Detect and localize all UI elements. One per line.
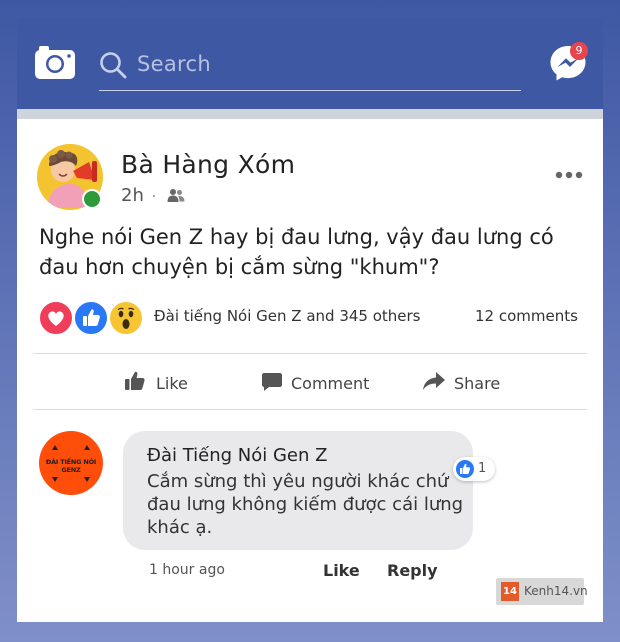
share-arrow-icon [423, 372, 445, 390]
wow-reaction-icon[interactable] [109, 301, 143, 335]
search-underline [99, 90, 521, 91]
heart-icon [48, 311, 64, 326]
thumbs-up-icon [460, 463, 471, 474]
comment-button[interactable]: Comment [261, 370, 381, 396]
like-reaction-icon [456, 460, 474, 478]
notification-badge: 9 [570, 42, 588, 60]
like-button[interactable]: Like [124, 370, 214, 396]
post-body: Nghe nói Gen Z hay bị đau lưng, vậy đau … [39, 225, 554, 279]
comment-timestamp: 1 hour ago [149, 562, 225, 578]
logo-triangle [84, 445, 90, 450]
comment-reply-button[interactable]: Reply [387, 561, 438, 580]
meta-separator: · [151, 189, 157, 205]
comment-like-count[interactable]: 1 [453, 457, 495, 481]
friends-icon [167, 189, 185, 202]
thumbs-up-icon [125, 371, 145, 390]
share-label: Share [454, 374, 501, 393]
watermark: 14 Kenh14.vn [496, 578, 588, 605]
thumbs-up-icon [83, 309, 100, 326]
camera-icon[interactable] [33, 43, 77, 81]
header-separator [17, 109, 603, 119]
post-card: Search 9 Bà Hàng Xóm 2h · Nghe nói Gen Z… [17, 18, 603, 622]
watermark-text: Kenh14.vn [524, 584, 588, 598]
logo-triangle [52, 445, 58, 450]
search-input[interactable]: Search [137, 52, 211, 76]
logo-triangle [52, 477, 58, 482]
comment-text: Cắm sừng thì yêu người khác chứ đau lưng… [147, 471, 464, 538]
commenter-avatar[interactable]: ĐÀI TIẾNG NÓI GENZ [39, 431, 103, 495]
divider-top [33, 353, 587, 354]
comments-count[interactable]: 12 comments [475, 307, 578, 325]
wow-face-icon [117, 307, 135, 329]
commenter-name[interactable]: Đài Tiếng Nói Gen Z [147, 445, 327, 466]
share-button[interactable]: Share [422, 370, 522, 396]
poster-name[interactable]: Bà Hàng Xóm [121, 150, 295, 179]
reactors-summary[interactable]: Đài tiếng Nói Gen Z and 345 others [154, 307, 421, 325]
logo-triangle [84, 477, 90, 482]
comment-label: Comment [291, 374, 370, 393]
like-count-label: 1 [478, 461, 487, 476]
comment-icon [262, 373, 282, 391]
divider-bottom [33, 409, 587, 410]
watermark-logo: 14 [501, 582, 519, 601]
like-label: Like [156, 374, 188, 393]
post-time[interactable]: 2h · [121, 185, 156, 206]
avatar-logo-text: ĐÀI TIẾNG NÓI GENZ [45, 458, 97, 474]
comment-like-button[interactable]: Like [323, 561, 360, 580]
search-icon[interactable] [99, 51, 127, 79]
top-bar: Search 9 [17, 18, 603, 109]
like-reaction-icon[interactable] [74, 301, 108, 335]
online-status-dot [82, 189, 102, 209]
love-reaction-icon[interactable] [39, 301, 73, 335]
post-timestamp: 2h [121, 185, 144, 206]
more-options-icon[interactable] [555, 171, 583, 179]
